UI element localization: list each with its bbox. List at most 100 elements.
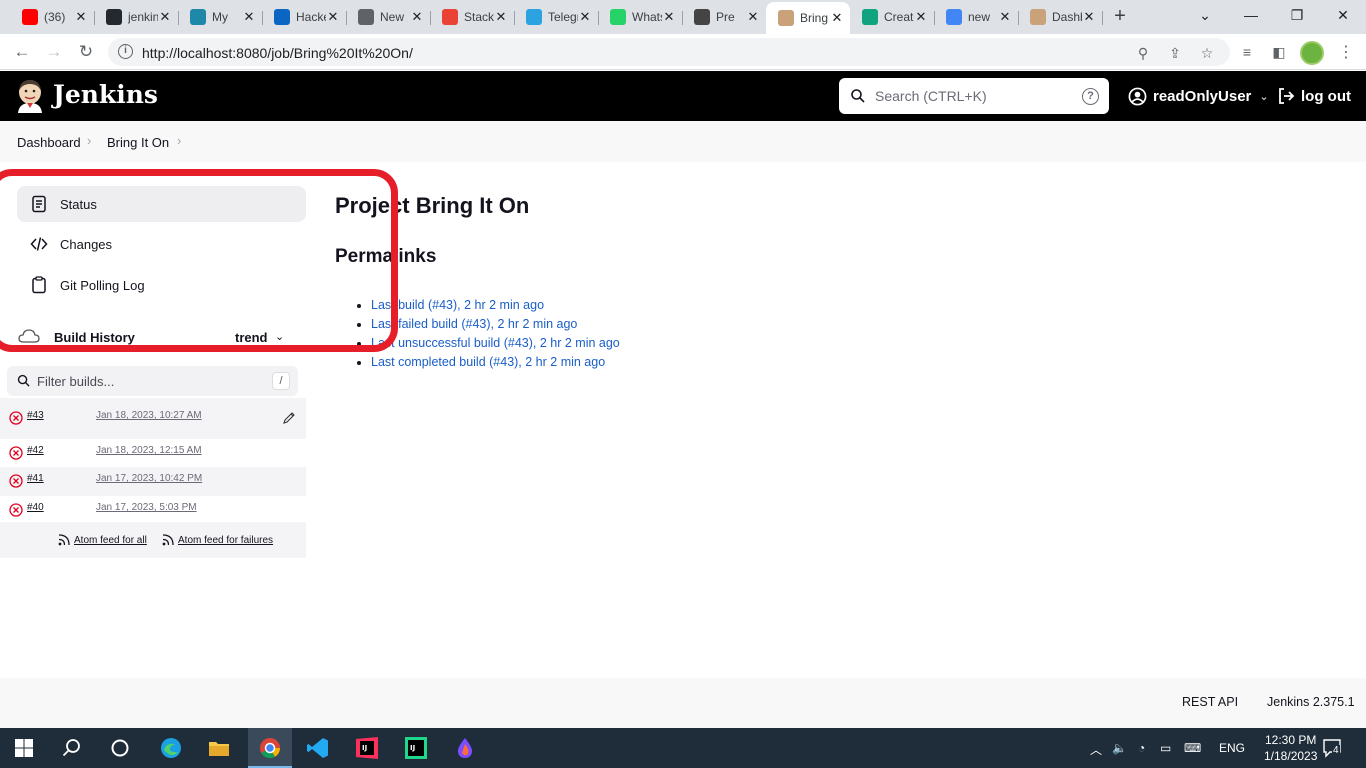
cortana-icon[interactable] xyxy=(108,736,132,760)
browser-tab[interactable]: Dashboard✕ xyxy=(1018,4,1103,30)
vscode-icon[interactable] xyxy=(306,736,330,760)
browser-tab[interactable]: Bring ✕ xyxy=(766,2,850,34)
jenkins-logo-icon[interactable] xyxy=(16,79,44,113)
intellij-icon[interactable]: IJ xyxy=(355,736,379,760)
site-info-icon[interactable]: i xyxy=(118,44,133,59)
back-icon[interactable]: ← xyxy=(10,40,34,64)
close-tab-icon[interactable]: ✕ xyxy=(494,9,508,25)
address-url[interactable]: http://localhost:8080/job/Bring%20It%20O… xyxy=(142,45,413,61)
profile-avatar[interactable] xyxy=(1300,41,1324,65)
sidebar-item-status[interactable]: Status xyxy=(17,186,306,222)
browser-tab[interactable]: Telegram✕ xyxy=(514,4,599,30)
chrome-icon[interactable] xyxy=(258,736,282,760)
browser-tab[interactable]: Create✕ xyxy=(850,4,935,30)
drop-app-icon[interactable] xyxy=(453,736,477,760)
browser-tab-title[interactable]: (36) xyxy=(44,10,74,24)
filter-builds-input[interactable] xyxy=(37,373,237,389)
network-icon[interactable]: ◔ xyxy=(1138,741,1145,755)
permalink-last-unsuccessful-build[interactable]: Last unsuccessful build (#43), 2 hr 2 mi… xyxy=(371,336,620,350)
build-number-link[interactable]: #41 xyxy=(27,473,44,484)
build-number-link[interactable]: #40 xyxy=(27,502,44,513)
share-icon[interactable]: ⇪ xyxy=(1166,44,1184,62)
close-tab-icon[interactable]: ✕ xyxy=(326,9,340,25)
browser-tab-title[interactable]: WhatsApp xyxy=(632,10,662,24)
edit-description-icon[interactable] xyxy=(282,411,296,425)
maximize-button[interactable]: ❐ xyxy=(1274,0,1320,30)
browser-tab[interactable]: WhatsApp✕ xyxy=(598,4,683,30)
browser-tab[interactable]: new ✕ xyxy=(934,4,1019,30)
browser-tab[interactable]: My ✕ xyxy=(178,4,263,30)
user-name[interactable]: readOnlyUser xyxy=(1153,88,1251,105)
file-explorer-icon[interactable] xyxy=(207,736,231,760)
close-tab-icon[interactable]: ✕ xyxy=(914,9,928,25)
new-tab-button[interactable]: + xyxy=(1109,5,1131,27)
close-tab-icon[interactable]: ✕ xyxy=(578,9,592,25)
build-date-link[interactable]: Jan 18, 2023, 10:27 AM xyxy=(96,410,202,421)
browser-tab-title[interactable]: Telegram xyxy=(548,10,578,24)
logout-label[interactable]: log out xyxy=(1301,88,1351,105)
permalink-last-build[interactable]: Last build (#43), 2 hr 2 min ago xyxy=(371,298,544,312)
keyboard-icon[interactable]: ⌨ xyxy=(1184,741,1201,755)
build-date-link[interactable]: Jan 17, 2023, 5:03 PM xyxy=(96,502,197,513)
help-icon[interactable]: ? xyxy=(1082,88,1099,105)
reload-icon[interactable]: ↻ xyxy=(74,40,98,64)
browser-tab-title[interactable]: Create xyxy=(884,10,914,24)
build-date-link[interactable]: Jan 18, 2023, 12:15 AM xyxy=(96,445,202,456)
atom-feed-all-link[interactable]: Atom feed for all xyxy=(74,535,147,546)
close-tab-icon[interactable]: ✕ xyxy=(830,10,844,26)
reading-list-icon[interactable]: ≡ xyxy=(1237,42,1257,62)
trend-button[interactable]: trend xyxy=(235,330,268,345)
menu-icon[interactable]: ⋮ xyxy=(1338,42,1354,62)
permalink-last-failed-build[interactable]: Last failed build (#43), 2 hr 2 min ago xyxy=(371,317,577,331)
browser-tab[interactable]: (36) ✕ xyxy=(10,4,95,30)
jenkins-version[interactable]: Jenkins 2.375.1 xyxy=(1267,695,1355,709)
atom-feed-failures-link[interactable]: Atom feed for failures xyxy=(178,535,273,546)
close-tab-icon[interactable]: ✕ xyxy=(1082,9,1096,25)
forward-icon[interactable]: → xyxy=(42,40,66,64)
language-indicator[interactable]: ENG xyxy=(1219,741,1245,755)
sidebar-item-git-polling-log[interactable]: Git Polling Log xyxy=(17,267,306,303)
side-panel-icon[interactable]: ◧ xyxy=(1269,42,1289,62)
tab-search-icon[interactable]: ⌄ xyxy=(1182,0,1228,30)
browser-tab-title[interactable]: My xyxy=(212,10,242,24)
breadcrumb-dashboard[interactable]: Dashboard xyxy=(17,135,81,150)
jenkins-title[interactable]: Jenkins xyxy=(53,80,158,109)
search-box[interactable]: ? xyxy=(839,78,1109,114)
build-number-link[interactable]: #42 xyxy=(27,445,44,456)
sidebar-item-changes[interactable]: Changes xyxy=(17,226,306,262)
address-bar[interactable]: i http://localhost:8080/job/Bring%20It%2… xyxy=(108,38,1230,66)
clock[interactable]: 12:30 PM 1/18/2023 xyxy=(1264,732,1317,764)
volume-icon[interactable]: 🔈 xyxy=(1112,741,1127,755)
close-window-button[interactable]: ✕ xyxy=(1320,0,1366,30)
minimize-button[interactable]: — xyxy=(1228,0,1274,30)
search-input[interactable] xyxy=(875,86,1065,106)
close-tab-icon[interactable]: ✕ xyxy=(662,9,676,25)
search-icon[interactable] xyxy=(60,736,84,760)
notifications-icon[interactable]: 4 xyxy=(1322,738,1344,758)
browser-tab-title[interactable]: Bring xyxy=(800,11,830,25)
close-tab-icon[interactable]: ✕ xyxy=(998,9,1012,25)
browser-tab-title[interactable]: New xyxy=(380,10,410,24)
bookmark-star-icon[interactable]: ☆ xyxy=(1198,44,1216,62)
show-hidden-icons-icon[interactable]: ︿ xyxy=(1090,741,1102,758)
browser-tab[interactable]: jenkins✕ xyxy=(94,4,179,30)
browser-tab-title[interactable]: Hacker xyxy=(296,10,326,24)
browser-tab-title[interactable]: Dashboard xyxy=(1052,10,1082,24)
close-tab-icon[interactable]: ✕ xyxy=(746,9,760,25)
browser-tab[interactable]: Stack ✕ xyxy=(430,4,515,30)
intellij-community-icon[interactable]: IJ xyxy=(404,736,428,760)
chevron-down-icon[interactable]: ⌄ xyxy=(275,330,284,343)
browser-tab-title[interactable]: jenkins xyxy=(128,10,158,24)
filter-builds[interactable]: / xyxy=(7,366,298,396)
close-tab-icon[interactable]: ✕ xyxy=(74,9,88,25)
browser-tab-title[interactable]: Pre xyxy=(716,10,746,24)
close-tab-icon[interactable]: ✕ xyxy=(158,9,172,25)
chevron-down-icon[interactable]: ⌄ xyxy=(1259,90,1268,103)
zoom-icon[interactable]: ⚲ xyxy=(1134,44,1152,62)
browser-tab[interactable]: Pre ✕ xyxy=(682,4,766,30)
browser-tab-title[interactable]: Stack xyxy=(464,10,494,24)
browser-tab[interactable]: Hacker✕ xyxy=(262,4,347,30)
battery-icon[interactable]: ▭ xyxy=(1160,741,1171,755)
close-tab-icon[interactable]: ✕ xyxy=(410,9,424,25)
logout-link[interactable]: log out xyxy=(1277,87,1351,105)
